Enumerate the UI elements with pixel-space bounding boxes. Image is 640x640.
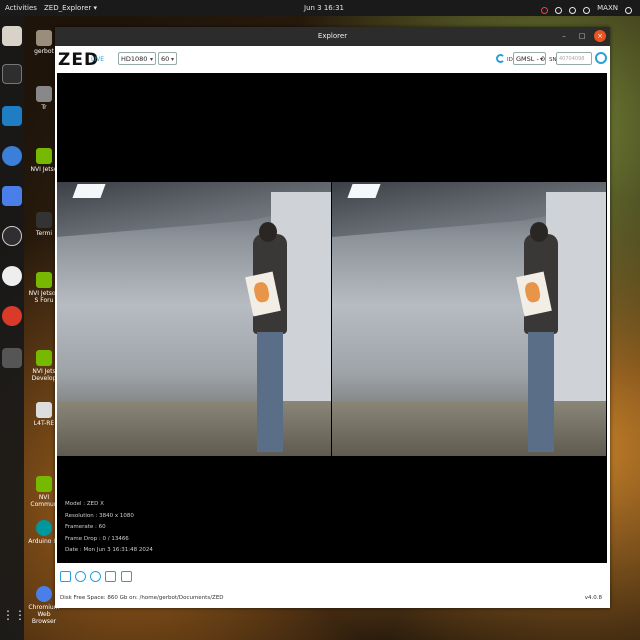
- nvidia-icon: [36, 476, 52, 492]
- arduino-icon: [36, 520, 52, 536]
- folder-icon[interactable]: [60, 571, 71, 582]
- camera-id-select[interactable]: GMSL - 0 ▾: [513, 52, 546, 65]
- framerate-info: Framerate : 60: [65, 524, 106, 530]
- record-svo-icon[interactable]: [105, 571, 116, 582]
- clock[interactable]: Jun 3 16:31: [304, 0, 344, 16]
- refresh-icon[interactable]: [496, 54, 505, 63]
- minimize-button[interactable]: –: [558, 30, 570, 42]
- screenshot-icon[interactable]: [2, 186, 22, 206]
- bottom-bar: Disk Free Space: 860 Gb on: /home/gerbot…: [55, 565, 610, 608]
- terminal-icon[interactable]: [2, 64, 22, 84]
- chromium-icon: [36, 586, 52, 602]
- files-icon[interactable]: [2, 26, 22, 46]
- id-label: ID: [507, 57, 513, 63]
- terminal-icon: [36, 212, 52, 228]
- chromium-icon[interactable]: [2, 146, 22, 166]
- right-camera-image: [332, 182, 606, 456]
- power-mode-label[interactable]: MAXN: [597, 0, 618, 16]
- nvidia-icon: [36, 272, 52, 288]
- document-icon: [36, 402, 52, 418]
- show-apps-icon[interactable]: ⋮⋮: [2, 608, 26, 628]
- left-camera-image: [57, 182, 331, 456]
- serial-number-field[interactable]: 40704098: [556, 52, 592, 65]
- chrome-indicator-icon[interactable]: [541, 6, 549, 14]
- activities-button[interactable]: Activities: [5, 0, 37, 16]
- nvidia-icon: [36, 148, 52, 164]
- version-label: v4.0.8: [584, 595, 602, 601]
- nvidia-icon: [36, 350, 52, 366]
- close-button[interactable]: ×: [594, 30, 606, 42]
- fps-select[interactable]: 60 ▾: [158, 52, 177, 65]
- chevron-down-icon: ▾: [539, 56, 543, 63]
- camera-snapshot-icon[interactable]: [121, 571, 132, 582]
- resolution-select[interactable]: HD1080 ▾: [118, 52, 156, 65]
- chevron-down-icon: ▾: [170, 56, 174, 63]
- disk-status: Disk Free Space: 860 Gb on: /home/gerbot…: [60, 595, 224, 601]
- model-info: Model : ZED X: [65, 501, 104, 507]
- gear-icon[interactable]: [595, 52, 607, 64]
- trash-icon: [36, 86, 52, 102]
- chevron-down-icon: ▾: [149, 56, 153, 63]
- update-icon[interactable]: [2, 306, 22, 326]
- system-tray[interactable]: MAXN: [541, 0, 632, 16]
- date-info: Date : Mon Jun 3 16:31:48 2024: [65, 547, 153, 553]
- info-icon[interactable]: [90, 571, 101, 582]
- app-menu[interactable]: ZED_Explorer ▾: [44, 0, 97, 16]
- camera-info-overlay: Model : ZED X Resolution : 3840 x 1080 F…: [65, 499, 153, 557]
- obs-icon[interactable]: [2, 226, 22, 246]
- maximize-button[interactable]: □: [576, 30, 588, 42]
- live-indicator: LIVE: [91, 56, 105, 63]
- resolution-info: Resolution : 3840 x 1080: [65, 512, 134, 519]
- top-panel: Activities ZED_Explorer ▾ Jun 3 16:31 MA…: [0, 0, 640, 16]
- volume-icon[interactable]: [583, 6, 591, 14]
- power-icon[interactable]: [625, 6, 632, 14]
- network-icon[interactable]: [555, 6, 563, 14]
- video-view[interactable]: Model : ZED X Resolution : 3840 x 1080 F…: [57, 73, 607, 563]
- zed-explorer-window: Explorer – □ × ZED LIVE HD1080 ▾ 60 ▾ ID G…: [55, 27, 610, 608]
- bluetooth-icon[interactable]: [569, 6, 577, 14]
- vscode-icon[interactable]: [2, 106, 22, 126]
- stream-icon[interactable]: [75, 571, 86, 582]
- window-title: Explorer: [317, 32, 348, 40]
- title-bar[interactable]: Explorer – □ ×: [55, 27, 610, 46]
- home-folder-icon: [36, 30, 52, 46]
- frame-drop-info: Frame Drop : 0 / 13466: [65, 535, 129, 542]
- arduino-app-icon[interactable]: [2, 266, 22, 286]
- zed-explorer-icon[interactable]: [2, 348, 22, 368]
- toolbar: ZED LIVE HD1080 ▾ 60 ▾ ID GMSL - 0 ▾ SN 407…: [55, 46, 610, 73]
- dock: ⋮⋮: [0, 16, 26, 640]
